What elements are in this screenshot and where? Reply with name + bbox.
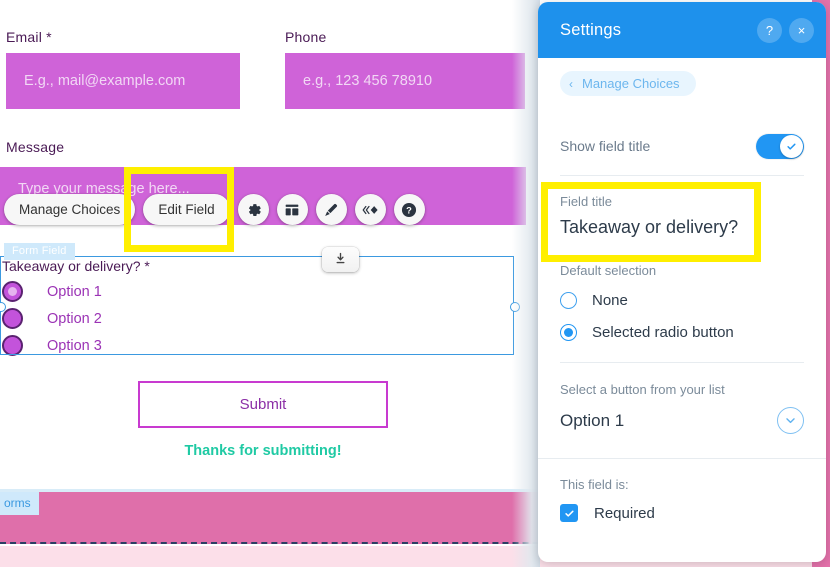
element-toolbar: Manage Choices Edit Field ? — [4, 194, 425, 225]
breadcrumb-manage-choices[interactable]: ‹ Manage Choices — [560, 71, 696, 96]
select-button-dropdown[interactable]: Option 1 — [560, 407, 804, 434]
option-label: Selected radio button — [592, 323, 734, 341]
brush-icon-button[interactable] — [315, 194, 347, 225]
default-selection-label: Default selection — [560, 263, 657, 278]
toggle-knob — [780, 134, 803, 158]
select-button-label: Select a button from your list — [560, 382, 725, 397]
gear-icon-button[interactable] — [237, 194, 269, 225]
select-button-value: Option 1 — [560, 410, 625, 430]
layout-icon — [284, 202, 300, 218]
section-tag-forms: orms — [0, 492, 39, 515]
field-title-group: Field title Takeaway or delivery? — [560, 176, 804, 238]
panel-help-button[interactable]: ? — [757, 17, 782, 43]
gear-icon — [245, 201, 262, 218]
checkbox-checked[interactable] — [560, 504, 578, 522]
default-selection-group: Default selection None Selected radio bu… — [560, 238, 804, 348]
required-checkbox-row[interactable]: Required — [560, 504, 804, 522]
panel-header: Settings ? × — [538, 2, 826, 58]
help-icon-button[interactable]: ? — [393, 194, 425, 225]
edit-field-button[interactable]: Edit Field — [143, 194, 230, 225]
manage-choices-button[interactable]: Manage Choices — [4, 194, 136, 225]
brush-icon — [323, 202, 339, 218]
select-button-group: Select a button from your list Option 1 — [560, 363, 804, 434]
breadcrumb-label: Manage Choices — [582, 76, 680, 91]
show-field-title-row: Show field title — [560, 123, 804, 169]
layout-icon-button[interactable] — [276, 194, 308, 225]
svg-text:?: ? — [406, 205, 412, 215]
selected-element-outline — [0, 256, 514, 355]
required-label: Required — [594, 504, 655, 522]
field-title-value[interactable]: Takeaway or delivery? — [560, 217, 804, 238]
panel-title: Settings — [560, 20, 622, 39]
phone-input[interactable]: e.g., 123 456 78910 — [285, 53, 525, 109]
email-input[interactable]: E.g., mail@example.com — [6, 53, 240, 109]
thanks-message: Thanks for submitting! — [184, 443, 342, 459]
default-selection-option-none[interactable]: None — [560, 284, 804, 316]
element-type-tag: Form Field — [4, 243, 75, 260]
field-is-label: This field is: — [560, 477, 629, 492]
help-icon: ? — [400, 201, 418, 219]
chevron-down-icon[interactable] — [777, 407, 804, 434]
check-icon — [564, 510, 574, 517]
panel-shadow — [512, 0, 540, 567]
default-selection-option-selected-radio[interactable]: Selected radio button — [560, 316, 804, 348]
animation-icon-button[interactable] — [354, 194, 386, 225]
check-icon — [787, 143, 796, 150]
show-field-title-toggle[interactable] — [756, 133, 804, 159]
field-title-label: Field title — [560, 194, 613, 209]
settings-panel: Settings ? × ‹ Manage Choices Show field… — [538, 2, 826, 562]
option-label: None — [592, 291, 628, 309]
phone-field-label: Phone — [285, 29, 327, 45]
radio-icon[interactable] — [560, 291, 577, 309]
panel-body: ‹ Manage Choices Show field title Field … — [538, 58, 826, 434]
chevron-left-icon: ‹ — [569, 76, 573, 91]
email-field-label: Email * — [6, 29, 52, 45]
field-is-group: This field is: Required — [538, 459, 826, 522]
panel-close-button[interactable]: × — [789, 17, 814, 43]
submit-button[interactable]: Submit — [138, 381, 388, 428]
download-icon — [334, 252, 347, 268]
animation-icon — [361, 203, 379, 217]
radio-icon-selected[interactable] — [560, 323, 577, 341]
show-field-title-label: Show field title — [560, 138, 651, 154]
download-icon-button[interactable] — [322, 247, 359, 272]
message-field-label: Message — [6, 139, 65, 155]
